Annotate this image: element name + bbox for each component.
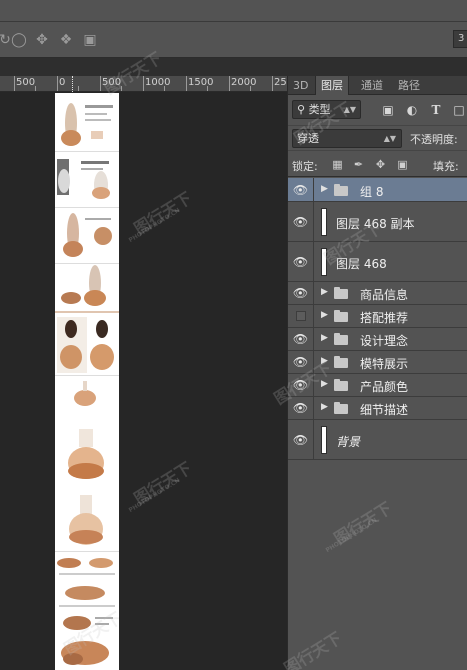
layer-name: 细节描述 (360, 403, 409, 417)
document-canvas[interactable] (55, 93, 119, 670)
design-thumbnails (55, 93, 119, 670)
layers-panel: 3D 图层 通道 路径 ⚲ 类型 ▲▼ ▣ ◐ T □ 穿透 ▲▼ 不透明度: … (287, 76, 467, 670)
ruler-label: 1000 (145, 77, 171, 88)
ruler-label: 25 (274, 77, 287, 88)
photoshop-window: ↻ ◯ ✥ ❖ ▣ 3 500 0 500 1000 1500 2000 25 (0, 0, 467, 670)
eye-icon[interactable]: 👁 (288, 397, 314, 419)
folder-icon (334, 310, 348, 322)
eye-icon[interactable]: 👁 (288, 202, 314, 241)
eye-icon[interactable]: 👁 (288, 178, 314, 201)
layer-row-468-copy[interactable]: 👁 图层 468 副本 (288, 202, 467, 242)
shape-filter-icon[interactable]: □ (452, 103, 466, 117)
eye-icon[interactable]: 👁 (288, 328, 314, 350)
lock-row: 锁定: ▦ ✒ ✥ ▣ 填充: (288, 150, 467, 177)
eye-icon[interactable]: 👁 (288, 420, 314, 459)
layer-row-model[interactable]: 👁 ▶ 模特展示 (288, 351, 467, 374)
roll-icon[interactable]: ◯ (10, 31, 28, 49)
adjustment-filter-icon[interactable]: ◐ (405, 103, 419, 117)
layer-name: 模特展示 (360, 357, 409, 371)
image-filter-icon[interactable]: ▣ (381, 103, 395, 117)
lock-all-icon[interactable]: ▣ (396, 158, 409, 171)
blend-mode-select[interactable]: 穿透 ▲▼ (292, 129, 402, 148)
layer-name: 图层 468 副本 (336, 217, 415, 231)
ruler-label: 2000 (231, 77, 257, 88)
tab-channels[interactable]: 通道 (356, 76, 388, 95)
tab-3d[interactable]: 3D (288, 76, 313, 95)
filter-type-select[interactable]: ⚲ 类型 ▲▼ (292, 100, 361, 119)
layers-list: 👁 ▶ 组 8 👁 图层 468 副本 👁 图层 468 👁 ▶ 商品信息 ▶ … (288, 178, 467, 460)
eye-icon[interactable]: 👁 (288, 282, 314, 304)
layer-row-color[interactable]: 👁 ▶ 产品颜色 (288, 374, 467, 397)
expand-arrow-icon[interactable]: ▶ (321, 356, 328, 366)
select-arrows-icon: ▲▼ (383, 134, 396, 143)
layer-row-468[interactable]: 👁 图层 468 (288, 242, 467, 282)
layer-name: 组 8 (360, 185, 384, 199)
ruler-label: 500 (16, 77, 36, 88)
lock-paint-icon[interactable]: ✒ (352, 158, 365, 171)
layer-name: 产品颜色 (360, 380, 409, 394)
layer-row-group-8[interactable]: 👁 ▶ 组 8 (288, 178, 467, 202)
layer-thumbnail (321, 208, 327, 236)
layer-row-background[interactable]: 👁 背景 (288, 420, 467, 460)
layer-name: 商品信息 (360, 288, 409, 302)
search-icon: ⚲ (297, 103, 306, 116)
select-arrows-icon: ▲▼ (343, 105, 356, 114)
expand-arrow-icon[interactable]: ▶ (321, 310, 328, 320)
layer-thumbnail (321, 426, 327, 454)
camera-icon[interactable]: ▣ (81, 31, 99, 49)
expand-arrow-icon[interactable]: ▶ (321, 379, 328, 389)
opacity-label: 不透明度: (410, 133, 458, 146)
layer-row-design[interactable]: 👁 ▶ 设计理念 (288, 328, 467, 351)
blend-row: 穿透 ▲▼ 不透明度: (288, 125, 467, 149)
lock-move-icon[interactable]: ✥ (374, 158, 387, 171)
visibility-toggle[interactable] (288, 305, 314, 327)
folder-icon (334, 356, 348, 368)
lock-transparent-icon[interactable]: ▦ (331, 158, 344, 171)
layer-name: 搭配推荐 (360, 311, 409, 325)
eye-icon[interactable]: 👁 (288, 351, 314, 373)
options-bar: ↻ ◯ ✥ ❖ ▣ (0, 22, 467, 58)
expand-arrow-icon[interactable]: ▶ (321, 287, 328, 297)
folder-icon (334, 333, 348, 345)
layer-row-product-info[interactable]: 👁 ▶ 商品信息 (288, 282, 467, 305)
horizontal-ruler[interactable]: 500 0 500 1000 1500 2000 25 (0, 76, 287, 92)
blend-mode-value: 穿透 (297, 132, 319, 145)
layer-name: 背景 (336, 435, 361, 449)
folder-icon (334, 402, 348, 414)
expand-arrow-icon[interactable]: ▶ (321, 184, 328, 194)
pan-icon[interactable]: ✥ (33, 31, 51, 49)
expand-arrow-icon[interactable]: ▶ (321, 402, 328, 412)
tab-paths[interactable]: 路径 (393, 76, 425, 95)
panel-tabs: 3D 图层 通道 路径 (288, 76, 467, 95)
layer-name: 图层 468 (336, 257, 387, 271)
expand-arrow-icon[interactable]: ▶ (321, 333, 328, 343)
layer-row-details[interactable]: 👁 ▶ 细节描述 (288, 397, 467, 420)
layer-thumbnail (321, 248, 327, 276)
ruler-label: 500 (102, 77, 122, 88)
document-tab-bar (0, 58, 467, 76)
layer-row-matching[interactable]: ▶ 搭配推荐 (288, 305, 467, 328)
menu-strip (0, 0, 467, 22)
tab-layers[interactable]: 图层 (315, 76, 349, 95)
layer-filter-row: ⚲ 类型 ▲▼ ▣ ◐ T □ (288, 96, 467, 123)
filter-type-label: 类型 (308, 103, 331, 116)
folder-icon (334, 287, 348, 299)
ruler-label: 1500 (188, 77, 214, 88)
text-filter-icon[interactable]: T (429, 103, 443, 117)
fill-label: 填充: (433, 160, 459, 173)
folder-icon (334, 184, 348, 196)
slide-icon[interactable]: ❖ (57, 31, 75, 49)
eye-icon[interactable]: 👁 (288, 374, 314, 396)
options-value-box[interactable]: 3 (453, 30, 467, 48)
layer-name: 设计理念 (360, 334, 409, 348)
canvas-area[interactable] (0, 92, 287, 670)
folder-icon (334, 379, 348, 391)
eye-icon[interactable]: 👁 (288, 242, 314, 281)
lock-label: 锁定: (292, 160, 318, 173)
ruler-label: 0 (59, 77, 66, 88)
